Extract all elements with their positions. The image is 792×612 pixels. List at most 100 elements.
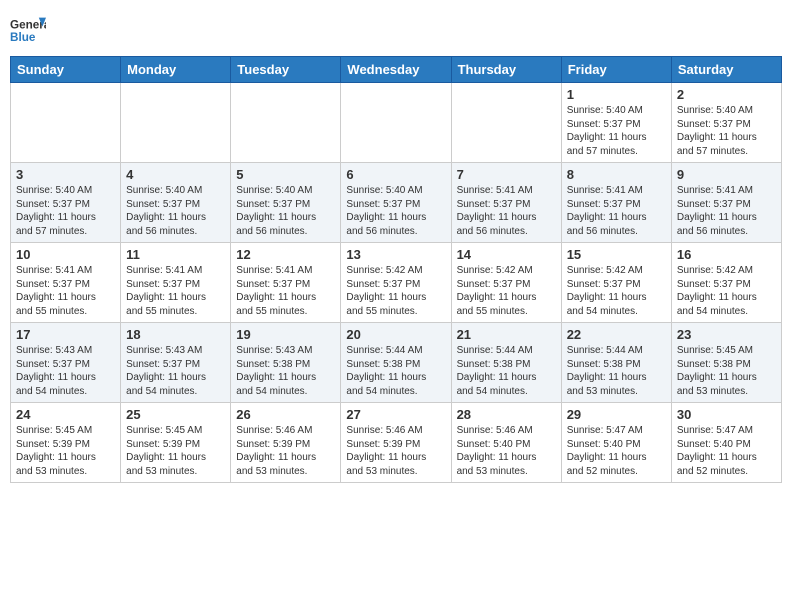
cell-sun-info: Sunrise: 5:41 AM Sunset: 5:37 PM Dayligh… [126,264,225,318]
calendar-cell: 25Sunrise: 5:45 AM Sunset: 5:39 PM Dayli… [121,403,231,483]
cell-sun-info: Sunrise: 5:42 AM Sunset: 5:37 PM Dayligh… [457,264,556,318]
day-number: 22 [567,327,666,342]
day-number: 16 [677,247,776,262]
cell-sun-info: Sunrise: 5:44 AM Sunset: 5:38 PM Dayligh… [346,344,445,398]
calendar-cell: 29 Sunrise: 5:47 AM Sunset: 5:40 PM Dayli… [561,403,671,483]
cell-sun-info: Sunrise: 5:47 AM Sunset: 5:40 PM Dayligh… [567,424,666,478]
day-number: 29 [567,407,666,422]
day-number: 27 [346,407,445,422]
weekday-header-saturday: Saturday [671,57,781,83]
day-number: 13 [346,247,445,262]
cell-sun-info: Sunrise: 5:42 AM Sunset: 5:37 PM Dayligh… [567,264,666,318]
cell-sun-info: Sunrise: 5:43 AM Sunset: 5:37 PM Dayligh… [16,344,115,398]
cell-sun-info: Sunrise: 5:45 AM Sunset: 5:39 PM Dayligh… [16,424,115,478]
day-number: 7 [457,167,556,182]
calendar-cell: 2Sunrise: 5:40 AM Sunset: 5:37 PM Daylig… [671,83,781,163]
calendar-cell: 15 Sunrise: 5:42 AM Sunset: 5:37 PM Dayli… [561,243,671,323]
calendar-cell: 26Sunrise: 5:46 AM Sunset: 5:39 PM Dayli… [231,403,341,483]
cell-sun-info: Sunrise: 5:42 AM Sunset: 5:37 PM Dayligh… [677,264,776,318]
calendar-cell: 20 Sunrise: 5:44 AM Sunset: 5:38 PM Dayli… [341,323,451,403]
day-number: 9 [677,167,776,182]
day-number: 24 [16,407,115,422]
cell-sun-info: Sunrise: 5:40 AM Sunset: 5:37 PM Dayligh… [567,104,666,158]
day-number: 12 [236,247,335,262]
day-number: 4 [126,167,225,182]
calendar-week-row: 3Sunrise: 5:40 AM Sunset: 5:37 PM Daylig… [11,163,782,243]
cell-sun-info: Sunrise: 5:47 AM Sunset: 5:40 PM Dayligh… [677,424,776,478]
weekday-header-friday: Friday [561,57,671,83]
day-number: 21 [457,327,556,342]
calendar-cell [11,83,121,163]
calendar-table: SundayMondayTuesdayWednesdayThursdayFrid… [10,56,782,483]
svg-text:Blue: Blue [10,31,36,44]
cell-sun-info: Sunrise: 5:46 AM Sunset: 5:39 PM Dayligh… [236,424,335,478]
calendar-body: 1 Sunrise: 5:40 AM Sunset: 5:37 PM Daylig… [11,83,782,483]
calendar-cell: 23 Sunrise: 5:45 AM Sunset: 5:38 PM Dayli… [671,323,781,403]
calendar-week-row: 10 Sunrise: 5:41 AM Sunset: 5:37 PM Dayli… [11,243,782,323]
calendar-cell: 10 Sunrise: 5:41 AM Sunset: 5:37 PM Dayli… [11,243,121,323]
day-number: 14 [457,247,556,262]
calendar-cell: 5 Sunrise: 5:40 AM Sunset: 5:37 PM Daylig… [231,163,341,243]
day-number: 1 [567,87,666,102]
cell-sun-info: Sunrise: 5:41 AM Sunset: 5:37 PM Dayligh… [16,264,115,318]
calendar-week-row: 24 Sunrise: 5:45 AM Sunset: 5:39 PM Dayli… [11,403,782,483]
day-number: 25 [126,407,225,422]
day-number: 19 [236,327,335,342]
logo-icon: General Blue [10,14,46,50]
day-number: 20 [346,327,445,342]
calendar-cell: 21 Sunrise: 5:44 AM Sunset: 5:38 PM Dayli… [451,323,561,403]
calendar-cell [231,83,341,163]
weekday-header-wednesday: Wednesday [341,57,451,83]
calendar-cell: 13 Sunrise: 5:42 AM Sunset: 5:37 PM Dayli… [341,243,451,323]
calendar-cell: 22 Sunrise: 5:44 AM Sunset: 5:38 PM Dayli… [561,323,671,403]
calendar-week-row: 17 Sunrise: 5:43 AM Sunset: 5:37 PM Dayli… [11,323,782,403]
weekday-header-thursday: Thursday [451,57,561,83]
cell-sun-info: Sunrise: 5:40 AM Sunset: 5:37 PM Dayligh… [346,184,445,238]
day-number: 17 [16,327,115,342]
cell-sun-info: Sunrise: 5:41 AM Sunset: 5:37 PM Dayligh… [236,264,335,318]
cell-sun-info: Sunrise: 5:44 AM Sunset: 5:38 PM Dayligh… [567,344,666,398]
calendar-cell: 7Sunrise: 5:41 AM Sunset: 5:37 PM Daylig… [451,163,561,243]
calendar-cell: 12 Sunrise: 5:41 AM Sunset: 5:37 PM Dayli… [231,243,341,323]
day-number: 2 [677,87,776,102]
calendar-cell: 28Sunrise: 5:46 AM Sunset: 5:40 PM Dayli… [451,403,561,483]
day-number: 23 [677,327,776,342]
calendar-cell: 4Sunrise: 5:40 AM Sunset: 5:37 PM Daylig… [121,163,231,243]
weekday-header-tuesday: Tuesday [231,57,341,83]
page-header: General Blue [10,10,782,50]
cell-sun-info: Sunrise: 5:41 AM Sunset: 5:37 PM Dayligh… [567,184,666,238]
calendar-cell [341,83,451,163]
cell-sun-info: Sunrise: 5:43 AM Sunset: 5:37 PM Dayligh… [126,344,225,398]
day-number: 8 [567,167,666,182]
day-number: 30 [677,407,776,422]
cell-sun-info: Sunrise: 5:44 AM Sunset: 5:38 PM Dayligh… [457,344,556,398]
day-number: 18 [126,327,225,342]
day-number: 10 [16,247,115,262]
day-number: 28 [457,407,556,422]
cell-sun-info: Sunrise: 5:42 AM Sunset: 5:37 PM Dayligh… [346,264,445,318]
calendar-cell [121,83,231,163]
day-number: 15 [567,247,666,262]
weekday-header-monday: Monday [121,57,231,83]
cell-sun-info: Sunrise: 5:40 AM Sunset: 5:37 PM Dayligh… [236,184,335,238]
calendar-cell: 3Sunrise: 5:40 AM Sunset: 5:37 PM Daylig… [11,163,121,243]
cell-sun-info: Sunrise: 5:45 AM Sunset: 5:38 PM Dayligh… [677,344,776,398]
calendar-cell: 24 Sunrise: 5:45 AM Sunset: 5:39 PM Dayli… [11,403,121,483]
calendar-cell: 19Sunrise: 5:43 AM Sunset: 5:38 PM Dayli… [231,323,341,403]
calendar-cell: 9 Sunrise: 5:41 AM Sunset: 5:37 PM Daylig… [671,163,781,243]
calendar-cell: 17 Sunrise: 5:43 AM Sunset: 5:37 PM Dayli… [11,323,121,403]
calendar-cell: 30 Sunrise: 5:47 AM Sunset: 5:40 PM Dayli… [671,403,781,483]
calendar-cell: 18 Sunrise: 5:43 AM Sunset: 5:37 PM Dayli… [121,323,231,403]
calendar-cell [451,83,561,163]
calendar-cell: 27Sunrise: 5:46 AM Sunset: 5:39 PM Dayli… [341,403,451,483]
day-number: 5 [236,167,335,182]
cell-sun-info: Sunrise: 5:41 AM Sunset: 5:37 PM Dayligh… [677,184,776,238]
calendar-week-row: 1 Sunrise: 5:40 AM Sunset: 5:37 PM Daylig… [11,83,782,163]
day-number: 6 [346,167,445,182]
cell-sun-info: Sunrise: 5:40 AM Sunset: 5:37 PM Dayligh… [16,184,115,238]
calendar-cell: 8 Sunrise: 5:41 AM Sunset: 5:37 PM Daylig… [561,163,671,243]
weekday-header-row: SundayMondayTuesdayWednesdayThursdayFrid… [11,57,782,83]
calendar-cell: 6 Sunrise: 5:40 AM Sunset: 5:37 PM Daylig… [341,163,451,243]
calendar-header: SundayMondayTuesdayWednesdayThursdayFrid… [11,57,782,83]
logo: General Blue [10,14,46,50]
